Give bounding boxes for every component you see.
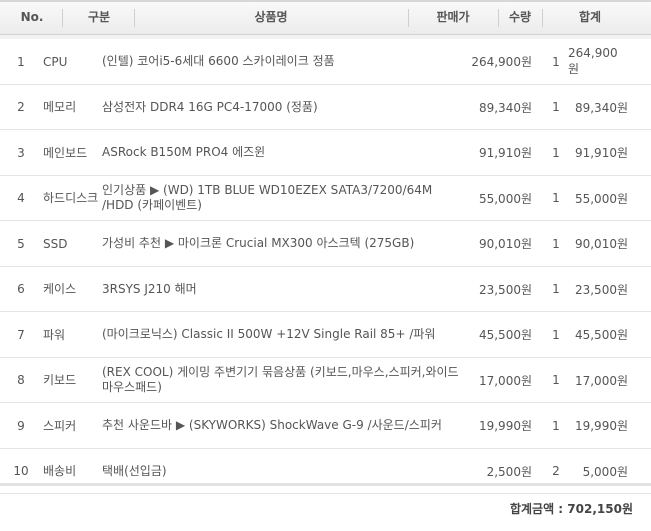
header-category: 구분 xyxy=(87,10,111,24)
row-total: 55,000원 xyxy=(574,191,628,206)
grand-total: 합계금액 : 702,150원 xyxy=(510,500,633,517)
row-qty: 1 xyxy=(552,236,560,251)
row-qty: 1 xyxy=(552,282,560,296)
row-price: 23,500원 xyxy=(478,282,532,297)
cart-table: No. 구분 상품명 판매가 수량 합계 1 CPU (인텔) 코어i5-6세대… xyxy=(0,0,651,531)
footer-divider xyxy=(0,483,651,486)
row-category: 메모리 xyxy=(43,100,77,114)
row-no: 8 xyxy=(17,373,25,387)
row-qty: 1 xyxy=(552,100,560,114)
row-category: 하드디스크 xyxy=(43,191,99,205)
row-product: ASRock B150M PRO4 에즈윈 xyxy=(102,145,266,159)
header-product: 상품명 xyxy=(254,10,288,24)
row-category: CPU xyxy=(43,54,68,69)
row-no: 4 xyxy=(17,191,25,205)
row-total: 91,910원 xyxy=(574,146,628,160)
grand-total-amount: 702,150원 xyxy=(567,502,633,516)
row-qty: 1 xyxy=(552,191,560,205)
row-category: 메인보드 xyxy=(43,145,88,160)
header-no: No. xyxy=(20,10,44,24)
table-row: 4 하드디스크 인기상품 ▶ (WD) 1TB BLUE WD10EZEX SA… xyxy=(0,176,651,221)
row-product: 추천 사운드바 ▶ (SKYWORKS) ShockWave G-9 /사운드/… xyxy=(102,418,442,432)
row-no: 10 xyxy=(13,464,29,478)
table-row: 5 SSD 가성비 추천 ▶ 마이크론 Crucial MX300 아스크텍 (… xyxy=(0,221,651,267)
row-price: 91,910원 xyxy=(478,146,532,160)
row-price: 55,000원 xyxy=(478,191,532,206)
row-price: 89,340원 xyxy=(478,100,532,115)
row-category: 스피커 xyxy=(43,418,77,433)
table-row: 6 케이스 3RSYS J210 해머 23,500원 1 23,500원 xyxy=(0,267,651,312)
row-no: 1 xyxy=(17,54,25,69)
row-no: 6 xyxy=(17,282,25,296)
row-no: 5 xyxy=(17,236,25,251)
header-price: 판매가 xyxy=(436,10,470,24)
row-total: 89,340원 xyxy=(574,100,628,115)
row-category: 배송비 xyxy=(43,464,77,478)
row-category: SSD xyxy=(43,236,68,251)
row-product: (REX COOL) 게이밍 주변기기 묶음상품 (키보드,마우스,스피커,와이… xyxy=(102,365,459,394)
header-separator xyxy=(498,9,499,27)
row-no: 2 xyxy=(17,100,25,114)
row-product: (마이크로닉스) Classic II 500W +12V Single Rai… xyxy=(102,327,436,341)
table-row: 7 파워 (마이크로닉스) Classic II 500W +12V Singl… xyxy=(0,312,651,358)
row-qty: 1 xyxy=(552,418,560,433)
table-header: No. 구분 상품명 판매가 수량 합계 xyxy=(0,2,651,35)
row-total: 17,000원 xyxy=(574,373,628,388)
header-total: 합계 xyxy=(578,10,602,24)
row-product: (인텔) 코어i5-6세대 6600 스카이레이크 정품 xyxy=(102,54,335,68)
row-price: 45,500원 xyxy=(478,328,532,342)
row-price: 2,500원 xyxy=(486,464,532,479)
row-qty: 1 xyxy=(552,145,560,160)
row-total: 5,000원 xyxy=(582,464,628,479)
row-product: 택배(선입금) xyxy=(102,463,167,478)
header-separator xyxy=(134,9,135,27)
row-qty: 1 xyxy=(552,373,560,387)
row-category: 키보드 xyxy=(43,373,77,387)
row-total: 23,500원 xyxy=(574,282,628,297)
table-row: 2 메모리 삼성전자 DDR4 16G PC4-17000 (정품) 89,34… xyxy=(0,85,651,130)
table-row: 9 스피커 추천 사운드바 ▶ (SKYWORKS) ShockWave G-9… xyxy=(0,403,651,449)
table-row: 3 메인보드 ASRock B150M PRO4 에즈윈 91,910원 1 9… xyxy=(0,130,651,176)
row-qty: 1 xyxy=(552,54,560,69)
table-row: 8 키보드 (REX COOL) 게이밍 주변기기 묶음상품 (키보드,마우스,… xyxy=(0,358,651,403)
row-category: 케이스 xyxy=(43,282,77,296)
row-product: 삼성전자 DDR4 16G PC4-17000 (정품) xyxy=(102,99,318,114)
row-product: 가성비 추천 ▶ 마이크론 Crucial MX300 아스크텍 (275GB) xyxy=(102,236,415,250)
row-total: 90,010원 xyxy=(574,237,628,251)
row-qty: 2 xyxy=(552,464,560,478)
row-price: 17,000원 xyxy=(478,373,532,388)
row-no: 3 xyxy=(17,145,25,160)
row-product: 인기상품 ▶ (WD) 1TB BLUE WD10EZEX SATA3/7200… xyxy=(102,183,433,212)
grand-total-label: 합계금액 : xyxy=(509,502,568,516)
table-row: 10 배송비 택배(선입금) 2,500원 2 5,000원 xyxy=(0,449,651,494)
row-total: 19,990원 xyxy=(574,419,628,433)
row-no: 7 xyxy=(17,327,25,342)
header-separator xyxy=(542,9,543,27)
header-separator xyxy=(408,9,409,27)
header-separator xyxy=(62,9,63,27)
header-qty: 수량 xyxy=(508,10,532,24)
row-price: 90,010원 xyxy=(478,237,532,251)
row-total: 45,500원 xyxy=(574,328,628,342)
table-body: 1 CPU (인텔) 코어i5-6세대 6600 스카이레이크 정품 264,9… xyxy=(0,39,651,494)
row-price: 264,900원 xyxy=(471,55,532,69)
row-price: 19,990원 xyxy=(478,419,532,433)
row-total: 264,900원 xyxy=(568,46,618,76)
row-category: 파워 xyxy=(43,327,66,342)
row-no: 9 xyxy=(17,418,25,433)
row-product: 3RSYS J210 해머 xyxy=(102,281,197,296)
row-qty: 1 xyxy=(552,327,560,342)
table-row: 1 CPU (인텔) 코어i5-6세대 6600 스카이레이크 정품 264,9… xyxy=(0,39,651,85)
